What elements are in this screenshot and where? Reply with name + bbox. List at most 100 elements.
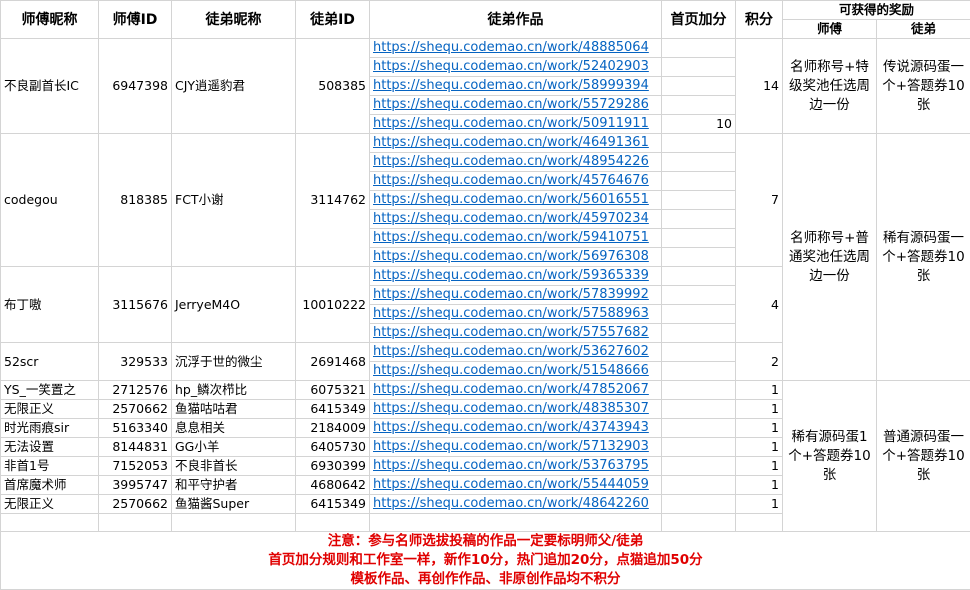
master-id-cell: 2570662 [98,494,172,514]
master-id-cell: 2712576 [98,380,172,400]
bonus-cell [661,304,736,324]
header-rewards: 可获得的奖励 [781,0,970,20]
master-name-cell: 无法设置 [0,437,99,457]
bonus-cell [661,152,736,172]
bonus-cell [661,209,736,229]
work-link[interactable]: https://shequ.codemao.cn/work/58999394 [369,76,662,96]
apprentice-id-cell: 508385 [295,38,370,134]
master-name-cell: 非首1号 [0,456,99,476]
work-link[interactable]: https://shequ.codemao.cn/work/48954226 [369,152,662,172]
apprentice-name-cell: 不良非首长 [171,456,296,476]
apprentice-id-cell: 2184009 [295,418,370,438]
master-name-cell: 时光雨痕sir [0,418,99,438]
header-score: 积分 [735,0,783,39]
master-name-cell: codegou [0,133,99,267]
note-line-3: 模板作品、再创作作品、非原创作品均不积分 [350,571,621,587]
work-link[interactable]: https://shequ.codemao.cn/work/48385307 [369,399,662,419]
score-cell: 14 [735,38,783,134]
work-link[interactable]: https://shequ.codemao.cn/work/47852067 [369,380,662,400]
apprentice-name-cell: FCT小谢 [171,133,296,267]
reward-apprentice-cell: 稀有源码蛋一个+答题券10张 [875,133,970,381]
bonus-cell [661,38,736,58]
work-link[interactable]: https://shequ.codemao.cn/work/56976308 [369,247,662,267]
bonus-cell [661,190,736,210]
score-cell: 7 [735,133,783,267]
ranking-sheet: 师傅昵称 师傅ID 徒弟昵称 徒弟ID 徒弟作品 首页加分 积分 可获得的奖励 … [0,0,970,590]
bonus-cell [661,437,736,457]
master-id-cell: 3995747 [98,475,172,495]
score-cell: 1 [735,475,783,495]
bonus-cell [661,228,736,248]
bonus-cell [661,399,736,419]
reward-apprentice-cell: 普通源码蛋一个+答题券10张 [875,380,970,532]
header-works: 徒弟作品 [369,0,662,39]
work-link[interactable]: https://shequ.codemao.cn/work/43743943 [369,418,662,438]
master-id-cell: 5163340 [98,418,172,438]
work-link[interactable]: https://shequ.codemao.cn/work/55444059 [369,475,662,495]
master-name-cell: YS_一笑置之 [0,380,99,400]
bonus-cell [661,494,736,514]
work-link[interactable]: https://shequ.codemao.cn/work/57132903 [369,437,662,457]
apprentice-name-cell: 息息相关 [171,418,296,438]
work-link[interactable]: https://shequ.codemao.cn/work/52402903 [369,57,662,77]
work-link[interactable]: https://shequ.codemao.cn/work/57588963 [369,304,662,324]
empty-cell [0,513,99,532]
bonus-cell [661,247,736,267]
master-name-cell: 布丁嗷 [0,266,99,343]
empty-cell [295,513,370,532]
work-link[interactable]: https://shequ.codemao.cn/work/45970234 [369,209,662,229]
reward-master-cell: 名师称号+特级奖池任选周边一份 [782,38,877,134]
note-line-1: 注意：参与名师选拔投稿的作品一定要标明师父/徒弟 [327,533,644,549]
bonus-cell [661,285,736,305]
notes-cell: 注意：参与名师选拔投稿的作品一定要标明师父/徒弟 首页加分规则和工作室一样，新作… [0,531,970,590]
table-row: YS_一笑置之 2712576 hp_鳞次栉比 6075321 https://… [0,380,970,532]
master-id-cell: 3115676 [98,266,172,343]
work-link[interactable]: https://shequ.codemao.cn/work/45764676 [369,171,662,191]
apprentice-id-cell: 3114762 [295,133,370,267]
work-link[interactable]: https://shequ.codemao.cn/work/53763795 [369,456,662,476]
work-link[interactable]: https://shequ.codemao.cn/work/50911911 [369,114,662,134]
header-reward-master: 师傅 [782,19,877,39]
header-master-name: 师傅昵称 [0,0,99,39]
apprentice-name-cell: 沉浮于世的微尘 [171,342,296,381]
empty-cell [369,513,662,532]
work-link[interactable]: https://shequ.codemao.cn/work/48885064 [369,38,662,58]
notes-row: 注意：参与名师选拔投稿的作品一定要标明师父/徒弟 首页加分规则和工作室一样，新作… [0,531,970,590]
score-cell: 4 [735,266,783,343]
master-name-cell: 无限正义 [0,399,99,419]
bonus-cell [661,76,736,96]
header-apprentice-id: 徒弟ID [295,0,370,39]
apprentice-id-cell: 6930399 [295,456,370,476]
empty-cell [661,513,736,532]
work-link[interactable]: https://shequ.codemao.cn/work/59410751 [369,228,662,248]
work-link[interactable]: https://shequ.codemao.cn/work/55729286 [369,95,662,115]
empty-cell [98,513,172,532]
apprentice-name-cell: 鱼猫咕咕君 [171,399,296,419]
master-id-cell: 7152053 [98,456,172,476]
master-name-cell: 首席魔术师 [0,475,99,495]
empty-cell [735,513,783,532]
work-link[interactable]: https://shequ.codemao.cn/work/56016551 [369,190,662,210]
work-link[interactable]: https://shequ.codemao.cn/work/53627602 [369,342,662,362]
bonus-cell [661,171,736,191]
apprentice-name-cell: JerryeM4O [171,266,296,343]
bonus-cell [661,323,736,343]
reward-master-cell: 名师称号+普通奖池任选周边一份 [782,133,877,381]
bonus-cell [661,133,736,153]
work-link[interactable]: https://shequ.codemao.cn/work/48642260 [369,494,662,514]
master-id-cell: 2570662 [98,399,172,419]
work-link[interactable]: https://shequ.codemao.cn/work/59365339 [369,266,662,286]
header-reward-apprentice: 徒弟 [875,19,970,39]
score-cell: 1 [735,494,783,514]
work-link[interactable]: https://shequ.codemao.cn/work/51548666 [369,361,662,381]
master-id-cell: 818385 [98,133,172,267]
work-link[interactable]: https://shequ.codemao.cn/work/57839992 [369,285,662,305]
reward-master-cell: 稀有源码蛋1个+答题券10张 [782,380,877,532]
score-cell: 2 [735,342,783,381]
bonus-cell [661,456,736,476]
master-id-cell: 6947398 [98,38,172,134]
bonus-cell [661,95,736,115]
work-link[interactable]: https://shequ.codemao.cn/work/46491361 [369,133,662,153]
work-link[interactable]: https://shequ.codemao.cn/work/57557682 [369,323,662,343]
apprentice-name-cell: 鱼猫酱Super [171,494,296,514]
